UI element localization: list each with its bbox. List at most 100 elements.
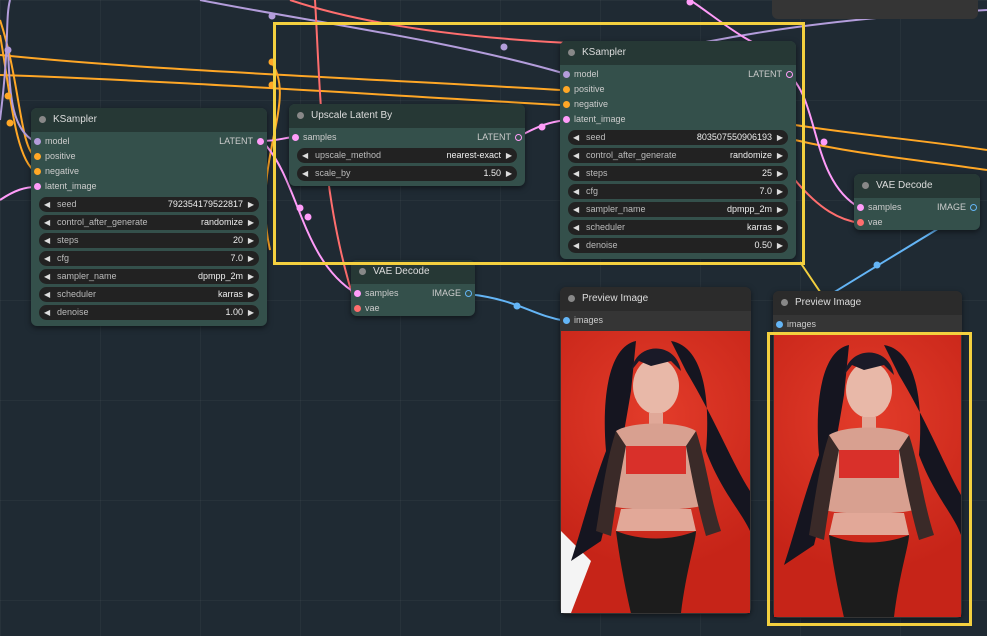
increment-icon[interactable]: ▶ — [248, 269, 254, 284]
decrement-icon[interactable]: ◀ — [44, 269, 50, 284]
input-images[interactable]: images — [773, 317, 962, 332]
increment-icon[interactable]: ▶ — [777, 166, 783, 181]
samples-socket-icon[interactable] — [857, 204, 864, 211]
decrement-icon[interactable]: ◀ — [44, 233, 50, 248]
decrement-icon[interactable]: ◀ — [44, 287, 50, 302]
vae-socket-icon[interactable] — [857, 219, 864, 226]
increment-icon[interactable]: ▶ — [777, 184, 783, 199]
widget-cfg[interactable]: ◀ cfg 7.0 ▶ — [39, 251, 259, 266]
decrement-icon[interactable]: ◀ — [573, 166, 579, 181]
input-vae[interactable]: vae — [351, 301, 475, 316]
decrement-icon[interactable]: ◀ — [44, 251, 50, 266]
decrement-icon[interactable]: ◀ — [573, 184, 579, 199]
decrement-icon[interactable]: ◀ — [44, 305, 50, 320]
latent-output-socket-icon[interactable] — [257, 138, 264, 145]
input-latent-image[interactable]: latent_image — [560, 112, 796, 127]
preview-image-node-2[interactable]: Preview Image images — [773, 291, 962, 618]
input-positive[interactable]: positive — [31, 149, 267, 164]
collapse-dot-icon[interactable] — [39, 116, 46, 123]
input-positive[interactable]: positive — [560, 82, 796, 97]
latent-socket-icon[interactable] — [34, 183, 41, 190]
increment-icon[interactable]: ▶ — [248, 305, 254, 320]
increment-icon[interactable]: ▶ — [506, 148, 512, 163]
samples-socket-icon[interactable] — [292, 134, 299, 141]
widget-seed[interactable]: ◀ seed 803507550906193 ▶ — [568, 130, 788, 145]
decrement-icon[interactable]: ◀ — [44, 215, 50, 230]
increment-icon[interactable]: ▶ — [777, 238, 783, 253]
widget-seed[interactable]: ◀ seed 792354179522817 ▶ — [39, 197, 259, 212]
input-model[interactable]: model LATENT — [560, 67, 796, 82]
node-header[interactable]: KSampler — [560, 41, 796, 65]
increment-icon[interactable]: ▶ — [777, 148, 783, 163]
collapse-dot-icon[interactable] — [862, 182, 869, 189]
image-output-socket-icon[interactable] — [465, 290, 472, 297]
latent-output-socket-icon[interactable] — [515, 134, 522, 141]
input-latent-image[interactable]: latent_image — [31, 179, 267, 194]
increment-icon[interactable]: ▶ — [248, 233, 254, 248]
widget-scheduler[interactable]: ◀ scheduler karras ▶ — [568, 220, 788, 235]
input-samples[interactable]: samples IMAGE — [854, 200, 980, 215]
collapse-dot-icon[interactable] — [568, 295, 575, 302]
decrement-icon[interactable]: ◀ — [573, 238, 579, 253]
decrement-icon[interactable]: ◀ — [573, 148, 579, 163]
vae-decode-node-2[interactable]: VAE Decode samples IMAGE vae — [854, 174, 980, 230]
upscale-latent-node[interactable]: Upscale Latent By samples LATENT ◀ upscale… — [289, 104, 525, 186]
vae-decode-node-1[interactable]: VAE Decode samples IMAGE vae — [351, 260, 475, 316]
increment-icon[interactable]: ▶ — [248, 287, 254, 302]
model-socket-icon[interactable] — [34, 138, 41, 145]
positive-socket-icon[interactable] — [563, 86, 570, 93]
widget-control-after-generate[interactable]: ◀ control_after_generate randomize ▶ — [568, 148, 788, 163]
decrement-icon[interactable]: ◀ — [302, 166, 308, 181]
collapse-dot-icon[interactable] — [359, 268, 366, 275]
input-samples[interactable]: samples LATENT — [289, 130, 525, 145]
widget-scheduler[interactable]: ◀ scheduler karras ▶ — [39, 287, 259, 302]
increment-icon[interactable]: ▶ — [248, 197, 254, 212]
widget-steps[interactable]: ◀ steps 20 ▶ — [39, 233, 259, 248]
widget-denoise[interactable]: ◀ denoise 1.00 ▶ — [39, 305, 259, 320]
widget-denoise[interactable]: ◀ denoise 0.50 ▶ — [568, 238, 788, 253]
latent-socket-icon[interactable] — [563, 116, 570, 123]
node-header[interactable]: VAE Decode — [351, 260, 475, 284]
input-negative[interactable]: negative — [31, 164, 267, 179]
ksampler-node-1[interactable]: KSampler model LATENT positive negative l… — [31, 108, 267, 326]
images-socket-icon[interactable] — [563, 317, 570, 324]
node-header[interactable]: VAE Decode — [854, 174, 980, 198]
collapse-dot-icon[interactable] — [297, 112, 304, 119]
input-vae[interactable]: vae — [854, 215, 980, 230]
decrement-icon[interactable]: ◀ — [573, 220, 579, 235]
collapse-dot-icon[interactable] — [568, 49, 575, 56]
increment-icon[interactable]: ▶ — [248, 215, 254, 230]
preview-image-node-1[interactable]: Preview Image images — [560, 287, 751, 614]
latent-output-socket-icon[interactable] — [786, 71, 793, 78]
widget-sampler-name[interactable]: ◀ sampler_name dpmpp_2m ▶ — [568, 202, 788, 217]
negative-socket-icon[interactable] — [34, 168, 41, 175]
increment-icon[interactable]: ▶ — [777, 220, 783, 235]
increment-icon[interactable]: ▶ — [506, 166, 512, 181]
decrement-icon[interactable]: ◀ — [573, 130, 579, 145]
widget-cfg[interactable]: ◀ cfg 7.0 ▶ — [568, 184, 788, 199]
ksampler-node-2[interactable]: KSampler model LATENT positive negative l… — [560, 41, 796, 259]
input-negative[interactable]: negative — [560, 97, 796, 112]
collapse-dot-icon[interactable] — [781, 299, 788, 306]
samples-socket-icon[interactable] — [354, 290, 361, 297]
images-socket-icon[interactable] — [776, 321, 783, 328]
increment-icon[interactable]: ▶ — [248, 251, 254, 266]
decrement-icon[interactable]: ◀ — [302, 148, 308, 163]
widget-scale-by[interactable]: ◀ scale_by 1.50 ▶ — [297, 166, 517, 181]
vae-socket-icon[interactable] — [354, 305, 361, 312]
image-output-socket-icon[interactable] — [970, 204, 977, 211]
increment-icon[interactable]: ▶ — [777, 202, 783, 217]
input-images[interactable]: images — [560, 313, 751, 328]
increment-icon[interactable]: ▶ — [777, 130, 783, 145]
negative-socket-icon[interactable] — [563, 101, 570, 108]
widget-upscale-method[interactable]: ◀ upscale_method nearest-exact ▶ — [297, 148, 517, 163]
widget-sampler-name[interactable]: ◀ sampler_name dpmpp_2m ▶ — [39, 269, 259, 284]
node-header[interactable]: Preview Image — [773, 291, 962, 315]
node-header[interactable]: KSampler — [31, 108, 267, 132]
widget-control-after-generate[interactable]: ◀ control_after_generate randomize ▶ — [39, 215, 259, 230]
model-socket-icon[interactable] — [563, 71, 570, 78]
widget-steps[interactable]: ◀ steps 25 ▶ — [568, 166, 788, 181]
positive-socket-icon[interactable] — [34, 153, 41, 160]
node-header[interactable]: Preview Image — [560, 287, 751, 311]
decrement-icon[interactable]: ◀ — [573, 202, 579, 217]
